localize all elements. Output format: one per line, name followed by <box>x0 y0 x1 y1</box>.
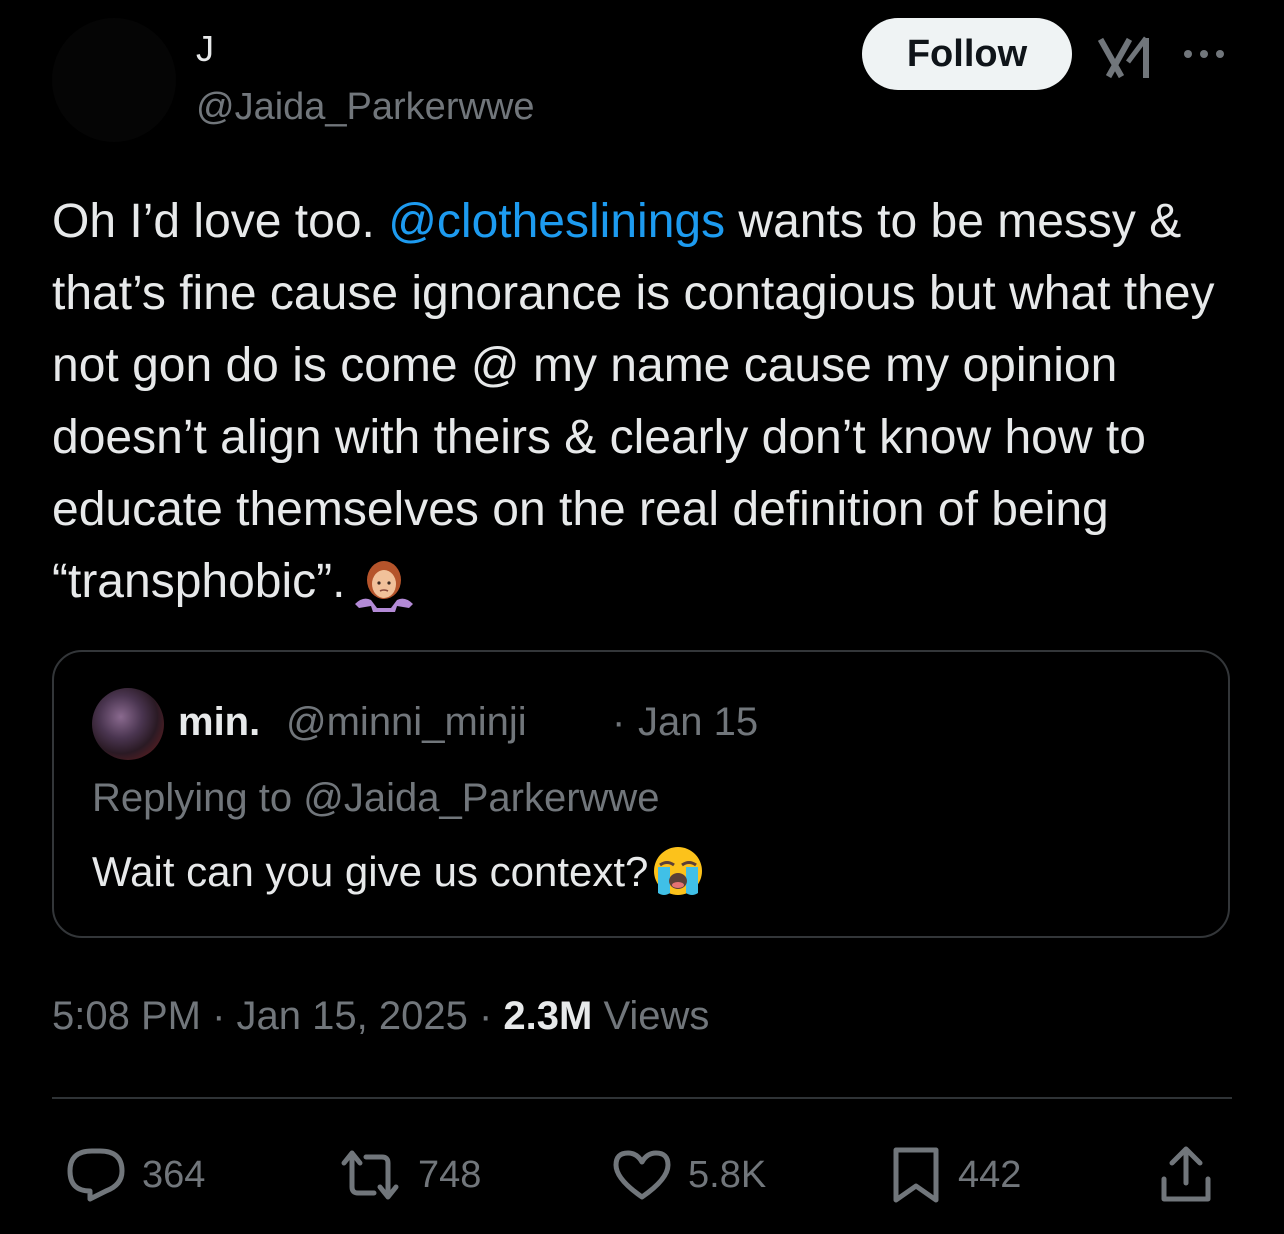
author-avatar[interactable] <box>52 18 176 142</box>
share-icon <box>1161 1146 1211 1202</box>
quote-author-handle[interactable]: @minni_minji <box>286 700 527 745</box>
more-icon[interactable] <box>1180 44 1228 64</box>
loudly-crying-face-emoji-icon <box>654 846 703 895</box>
follow-button[interactable]: Follow <box>862 18 1072 90</box>
bookmark-button[interactable]: 442 <box>890 1140 1021 1210</box>
quote-replying-to: Replying to @Jaida_Parkerwwe <box>92 776 660 820</box>
like-button[interactable]: 5.8K <box>612 1140 766 1210</box>
divider <box>52 1097 1232 1099</box>
quote-text: Wait can you give us context? <box>92 846 706 899</box>
tweet-text-rest: wants to be messy & that’s fine cause ig… <box>52 195 1215 608</box>
bookmark-icon <box>893 1147 939 1203</box>
share-button[interactable] <box>1158 1140 1214 1210</box>
action-bar: 364 748 5.8K 442 <box>0 1140 1284 1210</box>
tweet-meta: 5:08 PM · Jan 15, 2025 · 2.3M Views <box>52 994 710 1038</box>
repost-icon <box>341 1150 399 1200</box>
quote-avatar[interactable] <box>92 688 164 760</box>
tweet-body: Oh I’d love too. @clotheslinings wants t… <box>52 186 1252 618</box>
reply-button[interactable]: 364 <box>66 1140 205 1210</box>
like-icon <box>613 1150 671 1200</box>
tweet-header: J @Jaida_Parkerwwe Follow <box>0 0 1284 150</box>
tweet-text-start: Oh I’d love too. <box>52 195 389 248</box>
reply-count: 364 <box>142 1153 206 1196</box>
like-count: 5.8K <box>688 1153 767 1196</box>
person-shrugging-emoji-icon <box>355 561 414 613</box>
quote-text-content: Wait can you give us context? <box>92 848 649 895</box>
quote-author-name[interactable]: min. <box>178 700 260 745</box>
reply-icon <box>67 1148 125 1202</box>
repost-button[interactable]: 748 <box>338 1140 481 1210</box>
bookmark-count: 442 <box>958 1153 1022 1196</box>
views-count: 2.3M <box>503 994 593 1038</box>
author-handle[interactable]: @Jaida_Parkerwwe <box>196 86 535 129</box>
tweet-time[interactable]: 5:08 PM <box>52 994 201 1038</box>
quote-separator: · <box>612 700 626 744</box>
author-display-name[interactable]: J <box>196 28 214 70</box>
tweet-date[interactable]: Jan 15, 2025 <box>237 994 468 1038</box>
views-label: Views <box>603 994 710 1038</box>
quote-date[interactable]: Jan 15 <box>638 700 758 745</box>
repost-count: 748 <box>418 1153 482 1196</box>
grok-icon[interactable] <box>1098 36 1154 80</box>
quoted-tweet-card[interactable]: min. @minni_minji · Jan 15 Replying to @… <box>52 650 1230 938</box>
mention-link[interactable]: @clotheslinings <box>388 195 725 248</box>
